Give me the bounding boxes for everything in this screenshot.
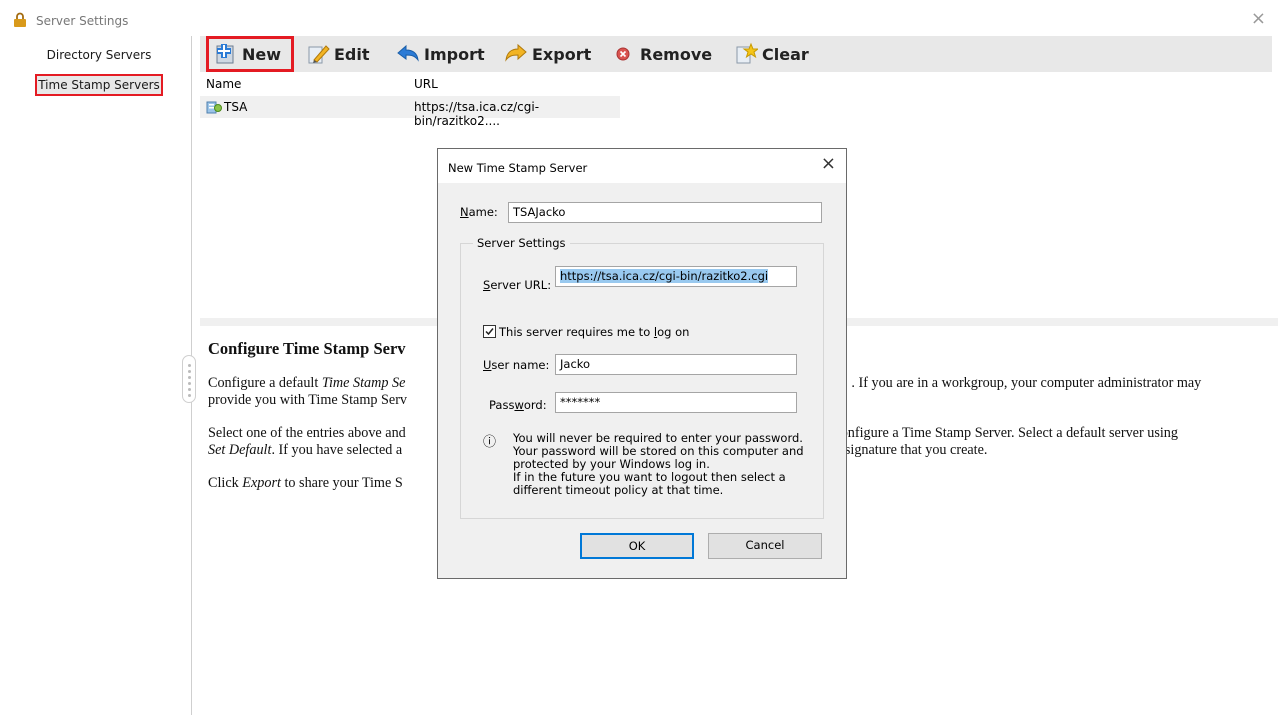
- logon-text: og on: [657, 325, 690, 339]
- server-icon: [206, 101, 222, 114]
- password-value: *******: [560, 395, 601, 409]
- sidebar-item-directory-servers[interactable]: Directory Servers: [8, 44, 190, 74]
- table-row[interactable]: TSA https://tsa.ica.cz/cgi-bin/razitko2.…: [200, 96, 620, 128]
- password-accel: w: [514, 398, 524, 412]
- row-name: TSA: [224, 100, 248, 114]
- help-text: Time Stamp Se: [321, 375, 406, 391]
- help-text: Set Default: [208, 442, 272, 458]
- remove-button-label: Remove: [640, 44, 713, 64]
- username-label: User name:: [483, 358, 549, 372]
- password-label-text: Pass: [489, 398, 515, 412]
- clear-button[interactable]: Clear: [734, 36, 809, 72]
- help-text: y signature that you create.: [834, 442, 988, 458]
- checkmark-icon: [485, 328, 494, 336]
- export-arrow-icon: [505, 43, 527, 62]
- new-plus-icon: [216, 44, 234, 64]
- help-text: d configure a Time Stamp Server. Select …: [823, 425, 1178, 441]
- column-header-name[interactable]: Name: [206, 77, 241, 91]
- import-arrow-icon: [397, 44, 419, 62]
- server-url-label: Server URL:: [483, 278, 551, 292]
- new-button-label: New: [242, 44, 282, 64]
- row-url: https://tsa.ica.cz/cgi-bin/razitko2....: [414, 100, 540, 128]
- help-text: provide you with Time Stamp Serv: [208, 392, 408, 408]
- help-text: . If you have selected a: [271, 442, 403, 458]
- new-button[interactable]: New: [206, 36, 294, 72]
- help-text: Click: [208, 475, 243, 491]
- sidebar-item-label: Time Stamp Servers: [35, 74, 163, 96]
- name-label: Name:: [460, 205, 498, 219]
- remove-button[interactable]: Remove: [614, 36, 712, 72]
- column-header-url[interactable]: URL: [414, 77, 438, 91]
- username-label-text: ser name:: [491, 358, 550, 372]
- toolbar: New Edit Import Export Remove Clear: [200, 36, 1272, 72]
- export-button[interactable]: Export: [504, 36, 591, 72]
- help-text: Select one of the entries above and: [208, 425, 406, 441]
- edit-pencil-icon: [308, 45, 330, 64]
- clear-broom-icon: [736, 42, 758, 64]
- remove-x-icon: [616, 47, 630, 61]
- group-label: Server Settings: [473, 236, 570, 250]
- help-text: to share your Time S: [280, 475, 403, 491]
- dialog-close-button[interactable]: ×: [821, 155, 836, 173]
- dialog-title: New Time Stamp Server: [448, 161, 588, 175]
- server-settings-group: Server Settings Server URL: https://tsa.…: [460, 236, 824, 519]
- cancel-button[interactable]: Cancel: [708, 533, 822, 559]
- lock-icon: [14, 12, 26, 27]
- edit-button-label: Edit: [334, 44, 370, 64]
- import-button-label: Import: [424, 44, 485, 64]
- logon-checkbox[interactable]: [483, 325, 496, 338]
- help-text: . If you are in a workgroup, your comput…: [851, 375, 1202, 391]
- dialog-titlebar: New Time Stamp Server ×: [438, 149, 846, 183]
- info-icon: ⓘ: [483, 435, 497, 450]
- password-label-text: ord:: [523, 398, 547, 412]
- window-titlebar: Server Settings ×: [0, 0, 1278, 36]
- password-info-text: You will never be required to enter your…: [513, 432, 804, 497]
- name-input-value: TSAJacko: [513, 205, 566, 219]
- export-button-label: Export: [532, 44, 592, 64]
- name-label-text: ame:: [468, 205, 498, 219]
- sidebar-item-label: Directory Servers: [46, 48, 152, 62]
- window-title: Server Settings: [36, 14, 129, 28]
- logon-checkbox-label[interactable]: This server requires me to log on: [499, 325, 689, 339]
- import-button[interactable]: Import: [396, 36, 485, 72]
- password-input[interactable]: *******: [555, 392, 797, 413]
- window-close-button[interactable]: ×: [1251, 10, 1266, 28]
- sidebar: Directory Servers Time Stamp Servers: [8, 36, 192, 715]
- list-header: Name URL: [200, 72, 620, 96]
- ok-button[interactable]: OK: [580, 533, 694, 559]
- password-label: Password:: [489, 398, 547, 412]
- clear-button-label: Clear: [762, 44, 809, 64]
- username-value: Jacko: [560, 357, 591, 371]
- server-url-value: https://tsa.ica.cz/cgi-bin/razitko2.cgi: [560, 269, 769, 283]
- edit-button[interactable]: Edit: [306, 36, 370, 72]
- splitter-grip[interactable]: [182, 355, 196, 403]
- help-text: Configure a default: [208, 375, 322, 391]
- new-time-stamp-server-dialog: New Time Stamp Server × Name: TSAJacko S…: [437, 148, 847, 579]
- server-url-input[interactable]: https://tsa.ica.cz/cgi-bin/razitko2.cgi: [555, 266, 797, 287]
- name-input[interactable]: TSAJacko: [508, 202, 822, 223]
- sidebar-item-time-stamp-servers[interactable]: Time Stamp Servers: [8, 74, 190, 104]
- help-text: Export: [242, 475, 281, 491]
- username-input[interactable]: Jacko: [555, 354, 797, 375]
- url-label-text: erver URL:: [490, 278, 552, 292]
- name-label-accel: N: [460, 205, 469, 219]
- logon-text: This server requires me to: [499, 325, 654, 339]
- info-line: different timeout policy at that time.: [513, 483, 724, 497]
